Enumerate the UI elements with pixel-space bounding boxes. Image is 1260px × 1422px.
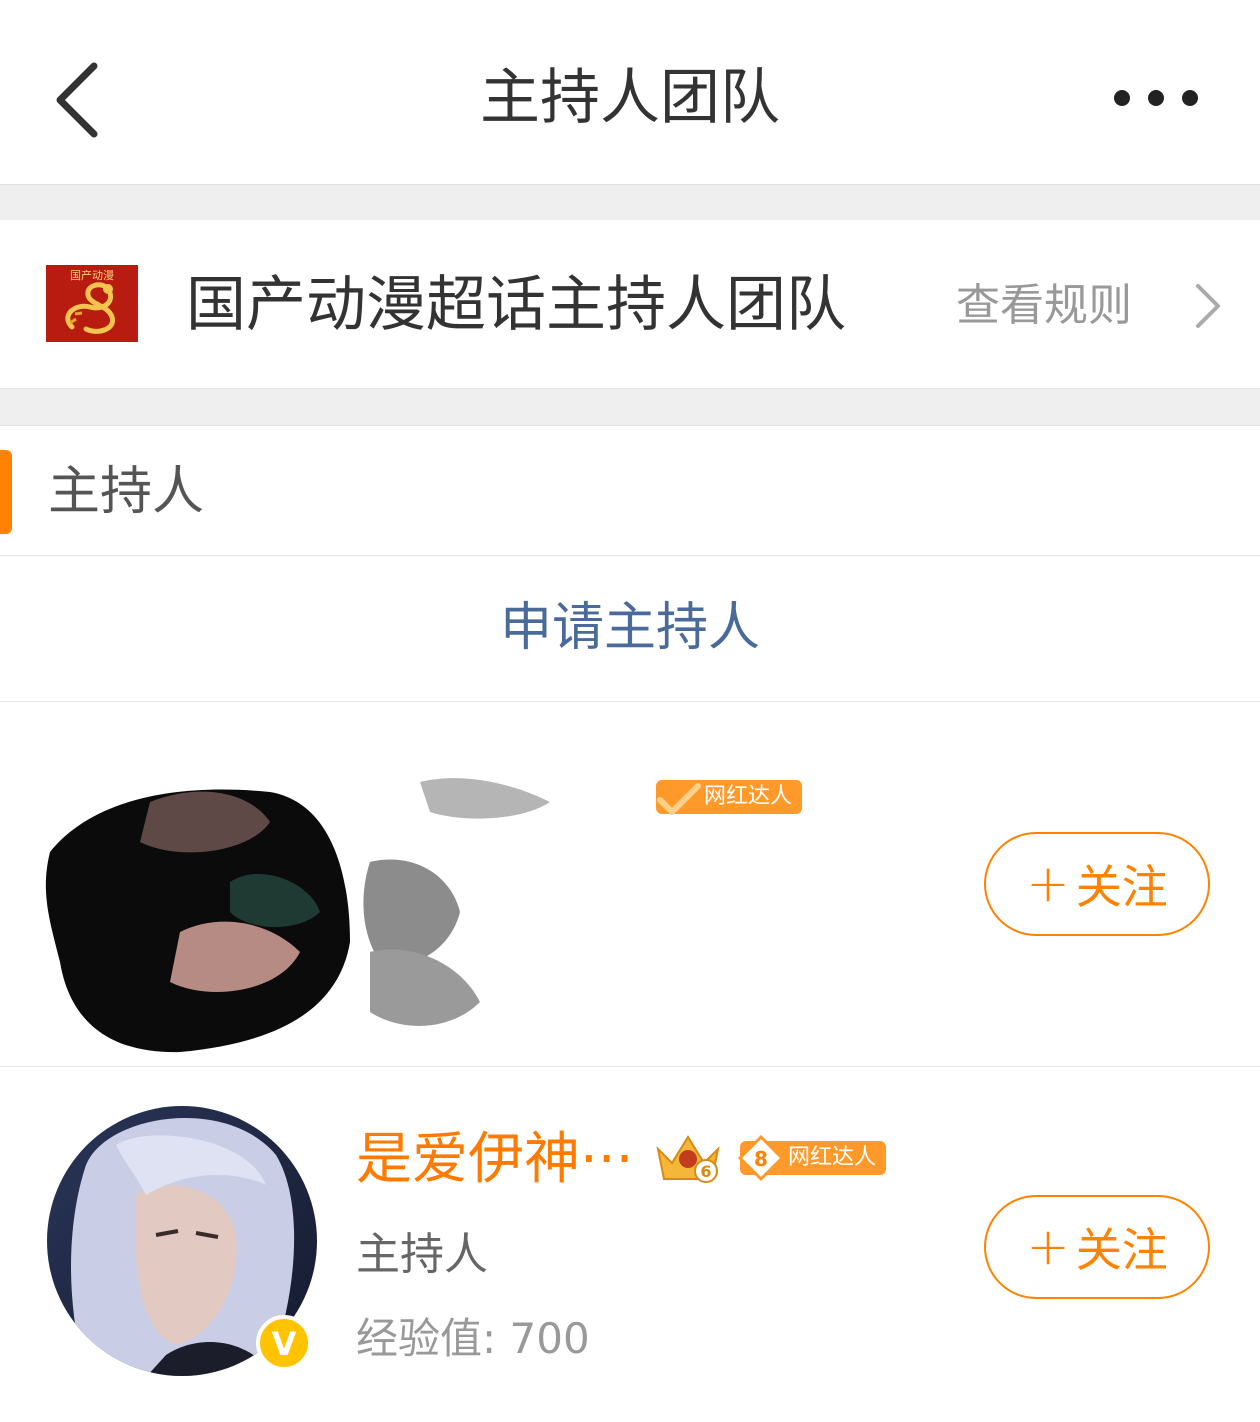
section-gap [0, 388, 1260, 426]
crown-level-icon: 6 [656, 1135, 720, 1183]
follow-button[interactable]: + 关注 [984, 832, 1210, 936]
section-accent-bar [0, 450, 12, 534]
check-badge-icon [657, 783, 701, 815]
follow-button[interactable]: + 关注 [984, 1195, 1210, 1299]
section-title: 主持人 [48, 462, 205, 522]
view-rules-link[interactable]: 查看规则 [956, 276, 1132, 336]
plus-icon: + [1026, 1217, 1070, 1277]
avatar[interactable]: V [46, 1105, 318, 1377]
plus-icon: + [1026, 854, 1070, 914]
member-name[interactable]: 是爱伊神··· [356, 1125, 633, 1195]
member-role: 主持人 [356, 1229, 488, 1280]
team-logo: 国产动漫 [46, 265, 138, 342]
team-row[interactable]: 国产动漫 国产动漫超话主持人团队 查看规则 [0, 220, 1260, 388]
section-header: 主持人 [0, 426, 1260, 556]
section-gap [0, 184, 1260, 221]
level-diamond-icon: 8 [737, 1135, 785, 1181]
more-dots-icon[interactable] [1108, 78, 1204, 118]
chevron-right-icon[interactable] [1190, 282, 1226, 330]
list-item[interactable]: V 是爱伊神··· 6 网红达人 8 主持人 经验值: 700 + 关注 [0, 1067, 1260, 1422]
list-item[interactable]: 网红达人 + 关注 [0, 702, 1260, 1066]
svg-text:6: 6 [700, 1162, 711, 1181]
dragon-icon: 国产动漫 [46, 265, 138, 342]
verified-v-icon: V [272, 1325, 297, 1363]
page-title: 主持人团队 [480, 63, 780, 133]
top-nav-bar: 主持人团队 [0, 0, 1260, 184]
team-logo-text: 国产动漫 [70, 268, 114, 282]
member-exp: 经验值: 700 [356, 1314, 590, 1363]
svg-text:8: 8 [754, 1147, 768, 1171]
redacted-avatar-area [45, 778, 550, 1053]
apply-host-link[interactable]: 申请主持人 [0, 596, 1260, 660]
team-name: 国产动漫超话主持人团队 [186, 270, 846, 340]
apply-row[interactable]: 申请主持人 [0, 556, 1260, 702]
